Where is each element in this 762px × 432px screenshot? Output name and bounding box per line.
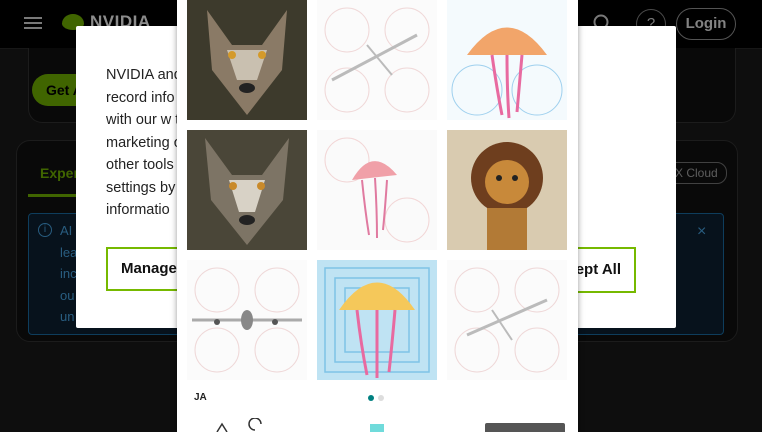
captcha-logo-icon	[370, 424, 384, 432]
captcha-challenge: JA	[177, 0, 578, 432]
captcha-tile-jellyfish[interactable]	[317, 130, 437, 250]
captcha-tile-airplane[interactable]	[187, 260, 307, 380]
pager-dot[interactable]	[378, 395, 384, 401]
pager-dot-active[interactable]	[368, 395, 374, 401]
captcha-tile-wolf[interactable]	[187, 130, 307, 250]
captcha-tile-airplane[interactable]	[317, 0, 437, 120]
captcha-tile-lion[interactable]	[447, 130, 567, 250]
captcha-tile-wolf[interactable]	[187, 0, 307, 120]
captcha-tile-airplane[interactable]	[447, 260, 567, 380]
verify-button[interactable]	[485, 423, 565, 432]
captcha-tile-jellyfish[interactable]	[447, 0, 567, 120]
language-selector[interactable]: JA	[194, 392, 207, 403]
refresh-icon[interactable]	[195, 418, 265, 432]
captcha-tile-jellyfish[interactable]	[317, 260, 437, 380]
